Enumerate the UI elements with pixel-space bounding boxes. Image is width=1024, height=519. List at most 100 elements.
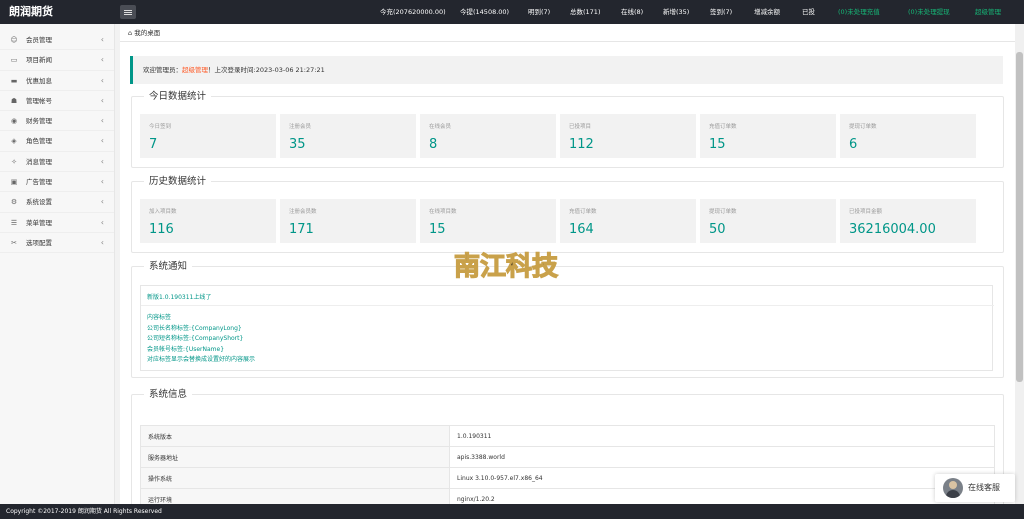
today-stat-card: 提现订单数 6: [840, 114, 976, 158]
table-row: 系统版本 1.0.190311: [140, 425, 995, 447]
stat-label: 注册会员数: [289, 209, 317, 215]
ad-icon: ▣: [10, 178, 18, 187]
stat-value: 35: [289, 137, 306, 152]
info-value: apis.3388.world: [449, 446, 995, 468]
history-stat-card: 提现订单数 50: [700, 199, 836, 243]
sidebar-item-9[interactable]: ☰ 菜单管理 ‹: [0, 213, 114, 233]
table-row: 运行环境 nginx/1.20.2: [140, 488, 995, 504]
sidebar-item-10[interactable]: ✂ 选项配置 ‹: [0, 233, 114, 254]
menu-icon: ☰: [10, 218, 18, 227]
app-logo[interactable]: 朗润期货: [0, 0, 120, 24]
welcome-prefix: 欢迎管理员：: [143, 66, 182, 74]
sidebar-item-2[interactable]: ▬ 优惠加息 ‹: [0, 71, 114, 91]
sidebar-item-label: 管理帐号: [26, 96, 52, 105]
finance-icon: ◉: [10, 117, 18, 126]
welcome-role: 超级管理: [182, 66, 208, 74]
stat-value: 6: [849, 137, 858, 152]
stat-label: 已投项目: [569, 124, 592, 130]
info-key: 服务器地址: [140, 446, 450, 468]
info-key: 运行环境: [140, 488, 450, 504]
chevron-left-icon: ‹: [100, 156, 104, 166]
menu-toggle-button[interactable]: [120, 5, 136, 19]
history-stat-card: 充值订单数 164: [560, 199, 696, 243]
stat-value: 8: [429, 137, 438, 152]
table-row: 操作系统 Linux 3.10.0-957.el7.x86_64: [140, 467, 995, 489]
stat-label: 提现订单数: [709, 209, 737, 215]
system-info-panel: 系统信息 系统版本 1.0.190311 服务器地址 apis.3388.world 操…: [131, 389, 1004, 504]
admin-icon: ☗: [10, 96, 18, 105]
watermark-text: 南江科技: [454, 252, 558, 282]
avatar: [943, 478, 963, 498]
sidebar-item-3[interactable]: ☗ 管理帐号 ‹: [0, 91, 114, 112]
stat-value: 116: [149, 222, 174, 237]
stat-label: 今日签到: [149, 124, 172, 130]
system-info-title: 系统信息: [144, 389, 193, 401]
vertical-scrollbar[interactable]: [1015, 24, 1024, 504]
today-stats-title: 今日数据统计: [144, 91, 212, 103]
scroll-thumb[interactable]: [1016, 52, 1023, 382]
sidebar-item-1[interactable]: ▭ 项目新闻 ‹: [0, 50, 114, 71]
today-stat-card: 今日签到 7: [140, 114, 276, 158]
stat-value: 7: [149, 137, 158, 152]
top-stat-6[interactable]: 签到(7): [710, 0, 732, 24]
history-stat-card: 已投项目金额 36216004.00: [840, 199, 976, 243]
top-stat-1[interactable]: 今提(14508.00): [460, 0, 509, 24]
sidebar-item-label: 项目新闻: [26, 56, 52, 65]
stat-label: 充值订单数: [709, 124, 737, 130]
stat-value: 50: [709, 222, 726, 237]
user-icon: ☺: [10, 36, 18, 44]
today-stat-card: 在线会员 8: [420, 114, 556, 158]
divider: [141, 305, 994, 306]
sidebar-item-8[interactable]: ⚙ 系统设置 ‹: [0, 192, 114, 213]
chevron-left-icon: ‹: [100, 197, 104, 207]
info-key: 系统版本: [140, 425, 450, 447]
top-stat-10[interactable]: (0)未处理提现: [908, 0, 950, 24]
online-service-label: 在线客服: [968, 483, 1000, 492]
top-stat-9[interactable]: (0)未处理充值: [838, 0, 880, 24]
tab-label: 我的桌面: [134, 29, 161, 37]
sidebar-item-5[interactable]: ◈ 角色管理 ‹: [0, 131, 114, 152]
welcome-suffix: ！上次登录时间:2023-03-06 21:27:21: [208, 66, 325, 74]
chevron-left-icon: ‹: [100, 237, 104, 247]
notice-line-4: 对应标签显示会替换成设置好的内容展示: [147, 356, 256, 363]
history-stat-card: 注册会员数 171: [280, 199, 416, 243]
top-stat-5[interactable]: 新增(35): [663, 0, 689, 24]
sidebar-item-0[interactable]: ☺ 会员管理 ‹: [0, 30, 114, 51]
sidebar-item-label: 财务管理: [26, 117, 52, 126]
system-info-table: 系统版本 1.0.190311 服务器地址 apis.3388.world 操作系统 Li…: [140, 425, 995, 504]
online-service-button[interactable]: 在线客服: [935, 474, 1015, 502]
top-stat-8[interactable]: 已投: [802, 0, 815, 24]
chevron-left-icon: ‹: [100, 35, 104, 44]
sidebar-item-7[interactable]: ▣ 广告管理 ‹: [0, 172, 114, 193]
chevron-left-icon: ‹: [100, 136, 104, 146]
message-icon: ✧: [11, 157, 17, 166]
today-stat-card: 已投项目 112: [560, 114, 696, 158]
top-stat-7[interactable]: 增减余额: [754, 0, 780, 24]
stat-label: 注册会员: [289, 124, 312, 130]
top-stat-11[interactable]: 超级管理: [975, 0, 1001, 24]
config-icon: ✂: [11, 238, 17, 247]
stat-label: 在线会员: [429, 124, 452, 130]
top-stat-3[interactable]: 总数(171): [570, 0, 600, 24]
stat-label: 提现订单数: [849, 124, 877, 130]
notice-headline[interactable]: 新版1.0.190311上线了: [147, 292, 211, 301]
history-stat-card: 加入项目数 116: [140, 199, 276, 243]
sidebar-item-label: 系统设置: [26, 198, 52, 207]
sidebar-item-label: 消息管理: [26, 157, 52, 166]
top-stat-0[interactable]: 今充(207620000.00): [380, 0, 446, 24]
welcome-banner: 欢迎管理员：超级管理！上次登录时间:2023-03-06 21:27:21: [130, 56, 1003, 84]
info-value: nginx/1.20.2: [449, 488, 995, 504]
history-stat-card: 在线项目数 15: [420, 199, 556, 243]
footer: Copyright ©2017-2019 朗润期货 All Rights Res…: [0, 504, 1024, 519]
tab-my-desktop[interactable]: ⌂ 我的桌面: [128, 24, 160, 42]
sidebar-item-4[interactable]: ◉ 财务管理 ‹: [0, 111, 114, 132]
stat-value: 112: [569, 137, 594, 152]
sidebar-item-6[interactable]: ✧ 消息管理 ‹: [0, 152, 114, 173]
top-stat-2[interactable]: 明到(7): [528, 0, 550, 24]
today-stat-card: 充值订单数 15: [700, 114, 836, 158]
stat-value: 171: [289, 222, 314, 237]
sidebar-item-label: 优惠加息: [26, 76, 52, 85]
info-value: Linux 3.10.0-957.el7.x86_64: [449, 467, 995, 489]
top-stat-4[interactable]: 在线(8): [621, 0, 643, 24]
sidebar-item-label: 角色管理: [26, 137, 52, 146]
